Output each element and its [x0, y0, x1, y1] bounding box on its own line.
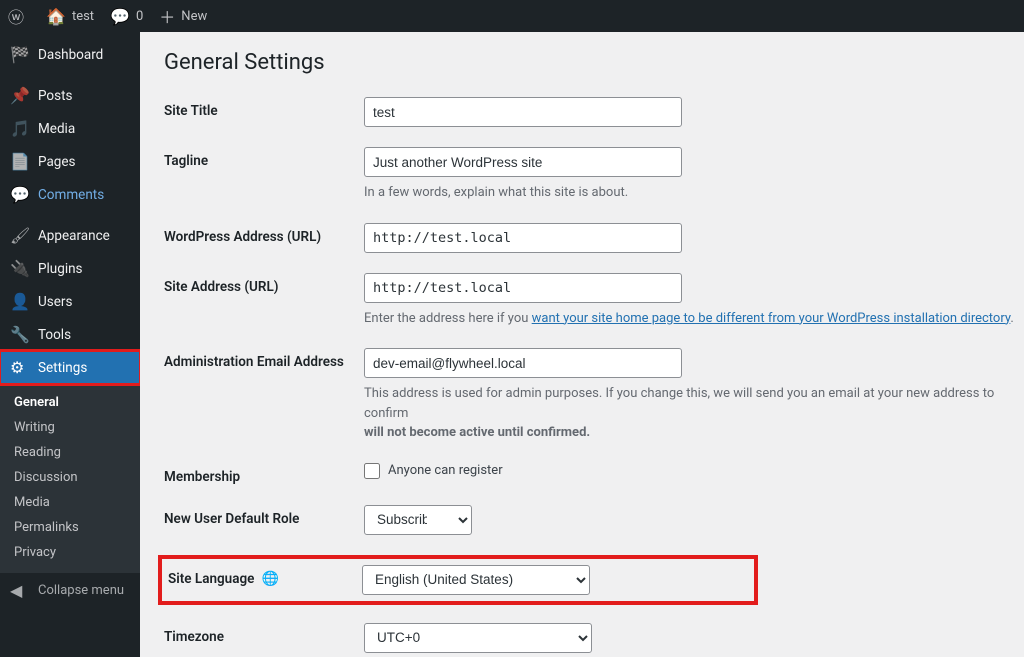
wp-logo[interactable]: ⓦ	[8, 4, 30, 28]
tagline-label: Tagline	[164, 147, 364, 169]
settings-submenu: General Writing Reading Discussion Media…	[0, 384, 140, 573]
wp-url-input[interactable]	[364, 223, 682, 253]
site-url-label: Site Address (URL)	[164, 273, 364, 295]
user-icon: 👤	[10, 292, 30, 311]
plug-icon: 🔌	[10, 259, 30, 278]
timezone-select[interactable]: UTC+0	[364, 623, 592, 653]
sidebar-label-users: Users	[38, 294, 72, 310]
sidebar-item-posts[interactable]: 📌 Posts	[0, 79, 140, 112]
sidebar-label-media: Media	[38, 121, 75, 137]
admin-sidebar: 🏁 Dashboard 📌 Posts 🎵 Media 📄 Pages 💬 Co…	[0, 32, 140, 657]
sidebar-label-settings: Settings	[38, 360, 87, 376]
submenu-permalinks[interactable]: Permalinks	[0, 515, 140, 540]
brush-icon: 🖌	[10, 226, 30, 245]
sidebar-item-settings[interactable]: ⚙ Settings	[0, 351, 140, 384]
site-url-desc-post: .	[1010, 311, 1013, 326]
site-url-desc: Enter the address here if you want your …	[364, 309, 1020, 329]
submenu-general[interactable]: General	[0, 390, 140, 415]
submenu-reading[interactable]: Reading	[0, 440, 140, 465]
sidebar-label-tools: Tools	[38, 327, 71, 343]
comments-link[interactable]: 💬 0	[110, 7, 143, 26]
sidebar-item-dashboard[interactable]: 🏁 Dashboard	[0, 38, 140, 71]
sliders-icon: ⚙	[10, 358, 30, 377]
sidebar-label-appearance: Appearance	[38, 228, 110, 244]
admin-email-desc-pre: This address is used for admin purposes.…	[364, 386, 994, 421]
pin-icon: 📌	[10, 86, 30, 105]
membership-label: Membership	[164, 463, 364, 485]
admin-email-label: Administration Email Address	[164, 348, 364, 370]
translate-icon: 🌐	[262, 571, 279, 587]
page-icon: 📄	[10, 152, 30, 171]
settings-general-content: General Settings Site Title Tagline In a…	[140, 32, 1024, 657]
submenu-discussion[interactable]: Discussion	[0, 465, 140, 490]
page-title: General Settings	[164, 50, 1020, 75]
comment-icon: 💬	[110, 7, 130, 26]
new-label: New	[181, 9, 207, 24]
sidebar-label-dashboard: Dashboard	[38, 47, 103, 63]
lang-label-wrap: Site Language 🌐	[162, 565, 362, 587]
sidebar-label-comments: Comments	[38, 187, 104, 203]
membership-chk-label: Anyone can register	[388, 463, 503, 478]
role-label: New User Default Role	[164, 505, 364, 527]
sidebar-label-plugins: Plugins	[38, 261, 83, 277]
tz-label: Timezone	[164, 623, 364, 645]
lang-label: Site Language	[168, 571, 254, 587]
sidebar-label-pages: Pages	[38, 154, 76, 170]
home-icon: 🏠	[46, 7, 66, 26]
site-url-desc-link[interactable]: want your site home page to be different…	[532, 311, 1011, 326]
wrench-icon: 🔧	[10, 325, 30, 344]
submenu-privacy[interactable]: Privacy	[0, 540, 140, 565]
comment-icon: 💬	[10, 185, 30, 204]
sidebar-item-tools[interactable]: 🔧 Tools	[0, 318, 140, 351]
admin-toolbar: ⓦ 🏠 test 💬 0 ＋ New	[0, 0, 1024, 32]
wordpress-icon: ⓦ	[8, 4, 24, 28]
collapse-label: Collapse menu	[38, 583, 124, 598]
sidebar-item-plugins[interactable]: 🔌 Plugins	[0, 252, 140, 285]
sidebar-item-pages[interactable]: 📄 Pages	[0, 145, 140, 178]
site-name: test	[72, 9, 94, 24]
site-language-select[interactable]: English (United States)	[362, 565, 590, 595]
new-content-link[interactable]: ＋ New	[159, 4, 207, 28]
media-icon: 🎵	[10, 119, 30, 138]
sidebar-label-posts: Posts	[38, 88, 72, 104]
collapse-menu[interactable]: ◀ Collapse menu	[0, 573, 140, 608]
sidebar-item-comments[interactable]: 💬 Comments	[0, 178, 140, 211]
sidebar-item-users[interactable]: 👤 Users	[0, 285, 140, 318]
submenu-media[interactable]: Media	[0, 490, 140, 515]
sidebar-item-media[interactable]: 🎵 Media	[0, 112, 140, 145]
membership-checkbox[interactable]	[364, 463, 380, 479]
admin-email-input[interactable]	[364, 348, 682, 378]
plus-icon: ＋	[159, 4, 175, 28]
tagline-input[interactable]	[364, 147, 682, 177]
admin-email-desc: This address is used for admin purposes.…	[364, 384, 1020, 443]
comments-count: 0	[136, 9, 143, 24]
site-url-input[interactable]	[364, 273, 682, 303]
sidebar-item-appearance[interactable]: 🖌 Appearance	[0, 219, 140, 252]
dashboard-icon: 🏁	[10, 45, 30, 64]
wp-url-label: WordPress Address (URL)	[164, 223, 364, 245]
site-title-label: Site Title	[164, 97, 364, 119]
site-language-highlight: Site Language 🌐 English (United States)	[158, 555, 758, 605]
site-home-link[interactable]: 🏠 test	[46, 7, 94, 26]
site-url-desc-pre: Enter the address here if you	[364, 311, 532, 326]
collapse-icon: ◀	[10, 581, 30, 600]
admin-email-desc-strong: will not become active until confirmed.	[364, 425, 590, 440]
role-select[interactable]: Subscriber	[364, 505, 472, 535]
tagline-desc: In a few words, explain what this site i…	[364, 183, 1020, 203]
site-title-input[interactable]	[364, 97, 682, 127]
submenu-writing[interactable]: Writing	[0, 415, 140, 440]
